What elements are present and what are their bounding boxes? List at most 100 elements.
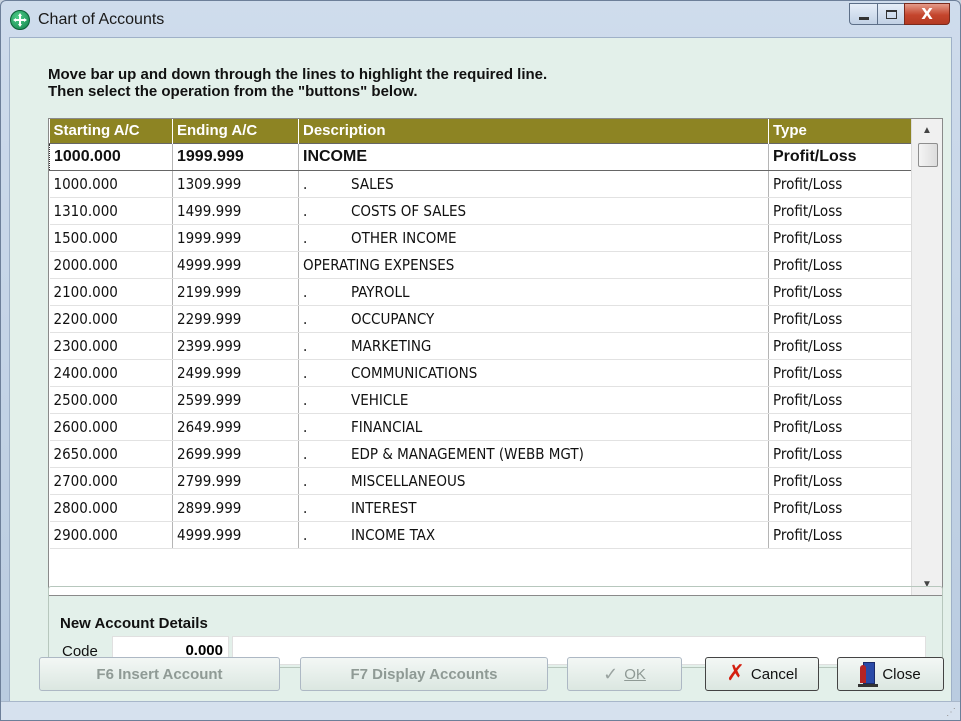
description-text: INCOME (303, 147, 367, 165)
title-bar[interactable]: Chart of Accounts X (1, 1, 960, 37)
description-text: PAYROLL (351, 282, 410, 301)
maximize-button[interactable] (877, 3, 904, 25)
cell-ending-ac: 1999.999 (172, 142, 299, 171)
insert-account-label: F6 Insert Account (96, 665, 223, 683)
cell-description: . OTHER INCOME (298, 224, 769, 252)
instructions-text: Move bar up and down through the lines t… (48, 66, 547, 100)
ok-label: OK (624, 665, 646, 683)
cell-type: Profit/Loss (768, 494, 912, 522)
indent-marker: . (303, 336, 308, 355)
table-row[interactable]: 2300.000 2399.999. MARKETING Profit/Loss (49, 332, 912, 360)
minimize-icon (858, 16, 869, 20)
column-header-ending-ac[interactable]: Ending A/C (172, 119, 299, 143)
insert-account-button[interactable]: F6 Insert Account (39, 657, 280, 691)
close-button[interactable]: Close (837, 657, 944, 691)
table-row[interactable]: 2700.000 2799.999. MISCELLANEOUS Profit/Los… (49, 467, 912, 495)
column-header-starting-ac[interactable]: Starting A/C (49, 119, 173, 143)
description-text: OTHER INCOME (351, 228, 457, 247)
cell-ending-ac: 2399.999 (172, 332, 299, 360)
cell-starting-ac: 2100.000 (49, 278, 173, 306)
cell-ending-ac: 2899.999 (172, 494, 299, 522)
cell-type: Profit/Loss (768, 197, 912, 225)
cell-type: Profit/Loss (768, 224, 912, 252)
indent-marker: . (303, 471, 308, 490)
cell-ending-ac: 2599.999 (172, 386, 299, 414)
cell-starting-ac: 2300.000 (49, 332, 173, 360)
accounts-grid[interactable]: Starting A/C Ending A/C Description Type… (48, 118, 943, 596)
cell-type: Profit/Loss (768, 332, 912, 360)
cell-ending-ac: 2649.999 (172, 413, 299, 441)
cell-type: Profit/Loss (768, 251, 912, 279)
maximize-icon (885, 9, 897, 19)
table-row[interactable]: 1000.000 1309.999. SALES Profit/Loss (49, 170, 912, 198)
cell-starting-ac: 2200.000 (49, 305, 173, 333)
indent-marker: . (303, 525, 308, 544)
scrollbar-thumb[interactable] (918, 143, 938, 167)
cell-type: Profit/Loss (768, 521, 912, 549)
app-icon[interactable] (10, 10, 30, 30)
cell-starting-ac: 1000.000 (49, 142, 173, 171)
close-label: Close (882, 665, 921, 683)
vertical-scrollbar[interactable]: ▲ ▼ (911, 119, 942, 595)
indent-marker: . (303, 228, 308, 247)
status-bar: ⋰ (1, 701, 960, 720)
table-row[interactable]: 1500.000 1999.999. OTHER INCOME Profit/Loss (49, 224, 912, 252)
table-row[interactable]: 2650.000 2699.999. EDP & MANAGEMENT (WEBB … (49, 440, 912, 468)
table-row[interactable]: 2800.000 2899.999. INTEREST Profit/Loss (49, 494, 912, 522)
table-row[interactable]: 2100.000 2199.999. PAYROLL Profit/Loss (49, 278, 912, 306)
cell-description: . INTEREST (298, 494, 769, 522)
description-text: INCOME TAX (351, 525, 436, 544)
cell-description: . PAYROLL (298, 278, 769, 306)
table-row[interactable]: 2000.000 4999.999 OPERATING EXPENSES Profit… (49, 251, 912, 279)
cell-starting-ac: 2900.000 (49, 521, 173, 549)
description-text: COMMUNICATIONS (351, 363, 478, 382)
column-header-type[interactable]: Type (768, 119, 912, 143)
resize-grip-icon[interactable]: ⋰ (946, 707, 956, 718)
table-row[interactable]: 2500.000 2599.999. VEHICLE Profit/Loss (49, 386, 912, 414)
table-row[interactable]: 2600.000 2649.999. FINANCIAL Profit/Loss (49, 413, 912, 441)
cell-type: Profit/Loss (768, 440, 912, 468)
close-icon: X (921, 5, 933, 23)
cell-starting-ac: 1310.000 (49, 197, 173, 225)
compass-arrows-icon (13, 13, 27, 27)
cancel-label: Cancel (750, 665, 798, 683)
accounts-table-body: 1000.000 1999.999 INCOME Profit/Loss 1000.00… (49, 142, 912, 549)
instructions-line-2: Then select the operation from the "butt… (48, 83, 418, 100)
table-row[interactable]: 2200.000 2299.999. OCCUPANCY Profit/Loss (49, 305, 912, 333)
cell-ending-ac: 4999.999 (172, 521, 299, 549)
close-window-button[interactable]: X (904, 3, 950, 25)
table-row[interactable]: 2400.000 2499.999. COMMUNICATIONS Profit/Lo… (49, 359, 912, 387)
cell-description: OPERATING EXPENSES (298, 251, 769, 279)
table-row[interactable]: 2900.000 4999.999. INCOME TAX Profit/Loss (49, 521, 912, 549)
description-text: INTEREST (351, 498, 417, 517)
cell-starting-ac: 2700.000 (49, 467, 173, 495)
cell-starting-ac: 2800.000 (49, 494, 173, 522)
description-text: VEHICLE (351, 390, 409, 409)
cell-ending-ac: 4999.999 (172, 251, 299, 279)
description-text: OPERATING EXPENSES (303, 255, 455, 274)
cancel-button[interactable]: ✗ Cancel (705, 657, 819, 691)
table-row[interactable]: 1310.000 1499.999. COSTS OF SALES Profit/Lo… (49, 197, 912, 225)
indent-marker: . (303, 444, 308, 463)
table-row[interactable]: 1000.000 1999.999 INCOME Profit/Loss (49, 142, 912, 171)
scroll-up-arrow-icon[interactable]: ▲ (912, 119, 942, 141)
indent-marker: . (303, 174, 308, 193)
minimize-button[interactable] (849, 3, 877, 25)
cell-ending-ac: 1999.999 (172, 224, 299, 252)
ok-button[interactable]: ✓ OK (567, 657, 682, 691)
new-account-details-legend: New Account Details (58, 615, 210, 632)
table-header-row: Starting A/C Ending A/C Description Type (49, 119, 912, 143)
column-header-description[interactable]: Description (298, 119, 769, 143)
cell-type: Profit/Loss (768, 142, 912, 171)
cell-starting-ac: 2000.000 (49, 251, 173, 279)
description-text: EDP & MANAGEMENT (WEBB MGT) (351, 444, 584, 463)
display-accounts-button[interactable]: F7 Display Accounts (300, 657, 548, 691)
window-controls: X (849, 3, 950, 25)
cell-ending-ac: 2299.999 (172, 305, 299, 333)
cell-ending-ac: 2699.999 (172, 440, 299, 468)
dialog-client-area: Move bar up and down through the lines t… (9, 37, 952, 714)
display-accounts-label: F7 Display Accounts (350, 665, 498, 683)
cell-description: . INCOME TAX (298, 521, 769, 549)
cell-type: Profit/Loss (768, 386, 912, 414)
cell-ending-ac: 1499.999 (172, 197, 299, 225)
